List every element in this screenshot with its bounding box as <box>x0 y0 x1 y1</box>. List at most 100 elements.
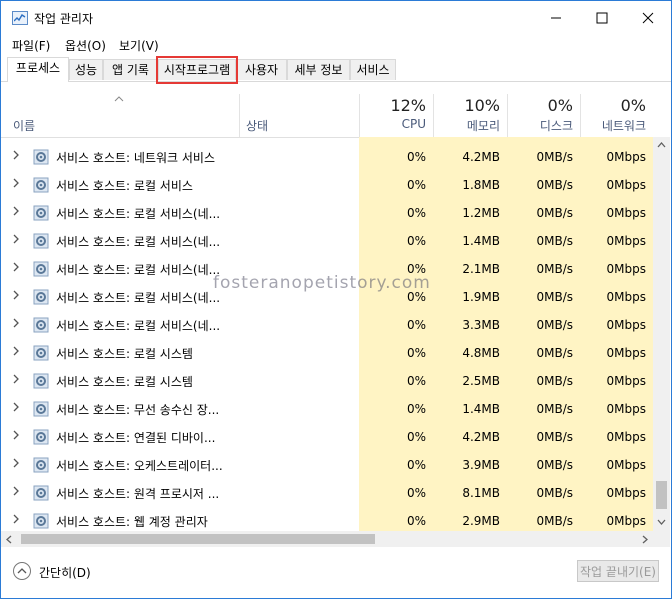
process-row[interactable]: 서비스 호스트: 로컬 시스템 0% 4.8MB 0MB/s 0Mbps <box>1 339 653 367</box>
close-button[interactable] <box>625 1 671 35</box>
cpu-total-percent: 12% <box>390 96 426 115</box>
menu-bar: 파일(F) 옵션(O) 보기(V) <box>1 35 671 55</box>
menu-options[interactable]: 옵션(O) <box>65 37 106 54</box>
tab-performance[interactable]: 성능 <box>69 59 103 80</box>
process-name: 서비스 호스트: 무선 송수신 장... <box>56 403 220 417</box>
process-row[interactable]: 서비스 호스트: 네트워크 서비스 0% 4.2MB 0MB/s 0Mbps <box>1 143 653 171</box>
chevron-right-icon[interactable] <box>13 177 20 191</box>
tab-app-history[interactable]: 앱 기록 <box>103 59 158 80</box>
network-value: 0Mbps <box>606 346 646 360</box>
vertical-scroll-thumb[interactable] <box>656 481 667 509</box>
memory-value: 1.4MB <box>462 234 500 248</box>
footer: 간단히(D) 작업 끝내기(E) <box>1 548 671 598</box>
column-cpu[interactable]: 12% CPU <box>359 94 433 137</box>
network-value: 0Mbps <box>606 402 646 416</box>
tab-bar: 프로세스 성능 앱 기록 시작프로그램 사용자 세부 정보 서비스 <box>1 57 671 82</box>
vertical-scrollbar[interactable] <box>653 137 670 531</box>
memory-value: 3.3MB <box>462 318 500 332</box>
scroll-left-icon <box>6 535 12 544</box>
column-memory[interactable]: 10% 메모리 <box>433 94 507 137</box>
minimize-button[interactable] <box>533 1 579 35</box>
process-row[interactable]: 서비스 호스트: 로컬 시스템 0% 2.5MB 0MB/s 0Mbps <box>1 367 653 395</box>
chevron-right-icon[interactable] <box>13 513 20 527</box>
chevron-right-icon[interactable] <box>13 457 20 471</box>
disk-value: 0MB/s <box>536 402 573 416</box>
cpu-value: 0% <box>406 234 426 248</box>
memory-value: 1.4MB <box>462 402 500 416</box>
fewer-details-link[interactable]: 간단히(D) <box>39 564 91 581</box>
chevron-right-icon[interactable] <box>13 317 20 331</box>
chevron-right-icon[interactable] <box>13 345 20 359</box>
gear-icon <box>33 205 49 224</box>
chevron-right-icon[interactable] <box>13 401 20 415</box>
end-task-button[interactable]: 작업 끝내기(E) <box>577 560 659 582</box>
disk-value: 0MB/s <box>536 374 573 388</box>
horizontal-scrollbar[interactable] <box>1 531 653 547</box>
chevron-right-icon[interactable] <box>13 149 20 163</box>
gear-icon <box>33 485 49 504</box>
process-row[interactable]: 서비스 호스트: 오케스트레이터... 0% 3.9MB 0MB/s 0Mbps <box>1 451 653 479</box>
disk-value: 0MB/s <box>536 150 573 164</box>
memory-total-percent: 10% <box>464 96 500 115</box>
cpu-value: 0% <box>406 430 426 444</box>
disk-value: 0MB/s <box>536 178 573 192</box>
title-bar[interactable]: 작업 관리자 <box>1 1 671 35</box>
disk-total-percent: 0% <box>547 96 573 115</box>
gear-icon <box>33 233 49 252</box>
column-disk[interactable]: 0% 디스크 <box>507 94 580 137</box>
memory-value: 2.5MB <box>462 374 500 388</box>
disk-value: 0MB/s <box>536 514 573 528</box>
process-name: 서비스 호스트: 로컬 서비스 <box>56 179 193 193</box>
horizontal-scroll-thumb[interactable] <box>21 534 375 544</box>
network-value: 0Mbps <box>606 178 646 192</box>
disk-value: 0MB/s <box>536 318 573 332</box>
column-name[interactable]: 이름 <box>13 117 35 134</box>
chevron-up-circle-icon[interactable] <box>13 562 31 580</box>
memory-value: 2.9MB <box>462 514 500 528</box>
process-row[interactable]: 서비스 호스트: 로컬 서비스(네... 0% 1.4MB 0MB/s 0Mbps <box>1 227 653 255</box>
task-manager-window: 작업 관리자 파일(F) 옵션(O) 보기(V) 프로세스 성능 앱 기록 시작… <box>0 0 672 599</box>
process-row[interactable]: 서비스 호스트: 웹 계정 관리자 0% 2.9MB 0MB/s 0Mbps <box>1 507 653 531</box>
disk-value: 0MB/s <box>536 206 573 220</box>
sort-up-icon[interactable] <box>114 92 124 105</box>
process-row[interactable]: 서비스 호스트: 연결된 디바이... 0% 4.2MB 0MB/s 0Mbps <box>1 423 653 451</box>
network-value: 0Mbps <box>606 514 646 528</box>
process-row[interactable]: 서비스 호스트: 로컬 서비스(네... 0% 1.2MB 0MB/s 0Mbps <box>1 199 653 227</box>
chevron-right-icon[interactable] <box>13 429 20 443</box>
memory-value: 1.9MB <box>462 290 500 304</box>
tab-details[interactable]: 세부 정보 <box>287 59 350 80</box>
disk-label: 디스크 <box>539 119 573 133</box>
maximize-button[interactable] <box>579 1 625 35</box>
chevron-right-icon[interactable] <box>13 373 20 387</box>
chevron-right-icon[interactable] <box>13 289 20 303</box>
window-title: 작업 관리자 <box>34 12 94 26</box>
column-status[interactable]: 상태 <box>246 117 268 134</box>
chevron-right-icon[interactable] <box>13 485 20 499</box>
network-value: 0Mbps <box>606 318 646 332</box>
scroll-right-icon <box>642 535 648 544</box>
startup-tab-highlight-box <box>156 56 238 84</box>
tab-users[interactable]: 사용자 <box>236 59 287 80</box>
cpu-value: 0% <box>406 374 426 388</box>
network-value: 0Mbps <box>606 262 646 276</box>
scroll-up-icon <box>657 142 666 148</box>
tab-processes[interactable]: 프로세스 <box>7 57 69 82</box>
cpu-value: 0% <box>406 346 426 360</box>
process-row[interactable]: 서비스 호스트: 로컬 서비스(네... 0% 3.3MB 0MB/s 0Mbps <box>1 311 653 339</box>
chevron-right-icon[interactable] <box>13 261 20 275</box>
menu-view[interactable]: 보기(V) <box>119 37 159 54</box>
gear-icon <box>33 149 49 168</box>
chevron-right-icon[interactable] <box>13 233 20 247</box>
column-network[interactable]: 0% 네트워크 <box>580 94 653 137</box>
tab-services[interactable]: 서비스 <box>350 59 396 80</box>
scroll-down-icon <box>657 519 666 525</box>
process-name: 서비스 호스트: 로컬 시스템 <box>56 347 193 361</box>
chevron-right-icon[interactable] <box>13 205 20 219</box>
process-row[interactable]: 서비스 호스트: 로컬 서비스 0% 1.8MB 0MB/s 0Mbps <box>1 171 653 199</box>
cpu-value: 0% <box>406 206 426 220</box>
process-row[interactable]: 서비스 호스트: 무선 송수신 장... 0% 1.4MB 0MB/s 0Mbps <box>1 395 653 423</box>
gear-icon <box>33 429 49 448</box>
gear-icon <box>33 373 49 392</box>
menu-file[interactable]: 파일(F) <box>12 37 50 54</box>
process-row[interactable]: 서비스 호스트: 원격 프로시저 ... 0% 8.1MB 0MB/s 0Mbps <box>1 479 653 507</box>
